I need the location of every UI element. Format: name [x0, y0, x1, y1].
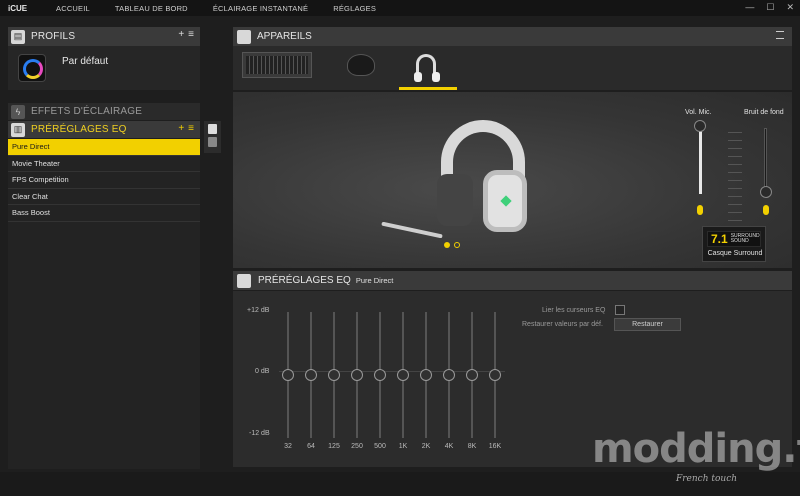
eq-frequency-label: 250 [351, 443, 363, 450]
eq-slider-1K[interactable] [397, 369, 409, 381]
link-sliders-label: Lier les curseurs EQ [542, 307, 606, 314]
watermark: modding.fr [592, 426, 800, 472]
eq-frequency-label: 8K [467, 443, 477, 450]
minimize-icon[interactable]: — [745, 2, 754, 13]
eq-panel-preset-name: Pure Direct [355, 276, 394, 285]
surround-label: Casque Surround [707, 250, 763, 257]
mic-volume-track[interactable] [699, 126, 702, 194]
lighting-effects-header[interactable]: ϟ EFFETS D'ÉCLAIRAGE [8, 103, 200, 120]
lightning-icon: ϟ [11, 104, 25, 119]
nav-accueil[interactable]: ACCUEIL [56, 4, 90, 13]
eq-presets-header[interactable]: ▥ PRÉRÉGLAGES EQ + ≡ [8, 121, 200, 138]
device-strip [233, 46, 792, 90]
selected-device-indicator [399, 87, 457, 90]
eq-frequency-label: 4K [444, 443, 454, 450]
eq-slider-2K[interactable] [420, 369, 432, 381]
eq-slider-250[interactable] [351, 369, 363, 381]
mic-volume-slider[interactable] [694, 120, 706, 132]
profiles-header: ▤ PROFILS + ≡ [8, 27, 200, 46]
eq-panel-title: PRÉRÉGLAGES EQ [258, 275, 351, 286]
device-mouse[interactable] [345, 52, 375, 78]
link-sliders-checkbox[interactable] [615, 305, 625, 315]
surround-number: 7.1 [711, 232, 728, 246]
app-brand: iCUE [8, 3, 28, 13]
device-keyboard[interactable] [242, 52, 312, 78]
profiles-menu-icon[interactable]: ≡ [188, 29, 194, 40]
hotspot-dot[interactable] [454, 242, 460, 248]
reset-label: Restaurer valeurs par déf. [522, 321, 603, 328]
preset-list: Pure Direct Movie Theater FPS Competitio… [8, 139, 200, 469]
eq-frequency-label: 64 [307, 443, 315, 450]
lighting-effects-title: EFFETS D'ÉCLAIRAGE [31, 106, 143, 117]
preset-item[interactable]: Movie Theater [8, 156, 200, 172]
hotspot-dot[interactable] [444, 242, 450, 248]
eq-slider-125[interactable] [328, 369, 340, 381]
presets-menu-icon[interactable]: ≡ [188, 123, 194, 134]
preset-item[interactable]: Pure Direct [8, 139, 200, 156]
eq-slider-8K[interactable] [466, 369, 478, 381]
devices-title: APPAREILS [257, 31, 312, 42]
nav-eclairage-instantane[interactable]: ÉCLAIRAGE INSTANTANÉ [213, 4, 308, 13]
surround-badge: 7.1 SURROUND SOUND [707, 231, 761, 247]
nav-tableau-de-bord[interactable]: TABLEAU DE BORD [115, 4, 188, 13]
sidetone-track[interactable] [764, 128, 767, 192]
preset-item[interactable]: Bass Boost [8, 205, 200, 222]
profile-logo-icon [18, 54, 46, 82]
watermark-tagline: French touch [676, 474, 738, 484]
eq-slider-64[interactable] [305, 369, 317, 381]
eq-slider-16K[interactable] [489, 369, 501, 381]
devices-menu-icon[interactable] [776, 31, 784, 39]
preset-item[interactable]: FPS Competition [8, 172, 200, 189]
keyboard-icon [237, 29, 251, 44]
profile-card[interactable]: Par défaut [8, 46, 200, 90]
surround-toggle[interactable]: 7.1 SURROUND SOUND Casque Surround [702, 226, 766, 262]
copy-icon[interactable] [208, 124, 217, 134]
preset-tools [204, 121, 221, 153]
preset-item[interactable]: Clear Chat [8, 189, 200, 205]
tick-marks [728, 132, 742, 228]
profile-name: Par défaut [62, 56, 109, 67]
edit-icon [237, 273, 251, 288]
eq-panel-header: PRÉRÉGLAGES EQ Pure Direct [233, 271, 792, 290]
reset-button[interactable]: Restaurer [614, 318, 681, 331]
maximize-icon[interactable]: ☐ [766, 2, 774, 13]
add-profile-button[interactable]: + [178, 29, 184, 40]
eq-frequency-label: 32 [284, 443, 292, 450]
eq-frequency-label: 500 [374, 443, 386, 450]
window-controls: — ☐ ✕ [745, 2, 794, 13]
sidetone-label: Bruit de fond [744, 109, 784, 116]
headset-image [381, 116, 543, 246]
devices-header: APPAREILS [233, 27, 792, 46]
eq-frequency-label: 1K [398, 443, 408, 450]
profiles-icon: ▤ [11, 29, 25, 44]
trash-icon[interactable] [208, 137, 217, 147]
eq-slider-4K[interactable] [443, 369, 455, 381]
add-preset-button[interactable]: + [178, 123, 184, 134]
close-icon[interactable]: ✕ [786, 2, 794, 13]
sidetone-icon[interactable] [763, 205, 769, 215]
eq-presets-title: PRÉRÉGLAGES EQ [31, 124, 127, 135]
top-bar: iCUE ACCUEIL TABLEAU DE BORD ÉCLAIRAGE I… [0, 0, 800, 16]
mic-volume-label: Vol. Mic. [685, 109, 712, 116]
equalizer-icon: ▥ [11, 122, 25, 137]
db-top-label: +12 dB [247, 307, 270, 314]
nav-reglages[interactable]: RÉGLAGES [333, 4, 376, 13]
device-headset[interactable] [408, 52, 448, 90]
microphone-icon[interactable] [697, 205, 703, 215]
profiles-title: PROFILS [31, 31, 76, 42]
device-stage: Vol. Mic. Bruit de fond 7.1 SURROUND SOUN… [233, 92, 792, 268]
eq-frequency-label: 2K [421, 443, 431, 450]
sidetone-slider[interactable] [760, 186, 772, 198]
eq-slider-500[interactable] [374, 369, 386, 381]
eq-frequency-label: 125 [328, 443, 340, 450]
surround-line2: SOUND [730, 238, 749, 244]
db-mid-label: 0 dB [255, 368, 270, 375]
eq-slider-32[interactable] [282, 369, 294, 381]
db-bottom-label: -12 dB [249, 430, 270, 437]
eq-frequency-label: 16K [488, 443, 502, 450]
